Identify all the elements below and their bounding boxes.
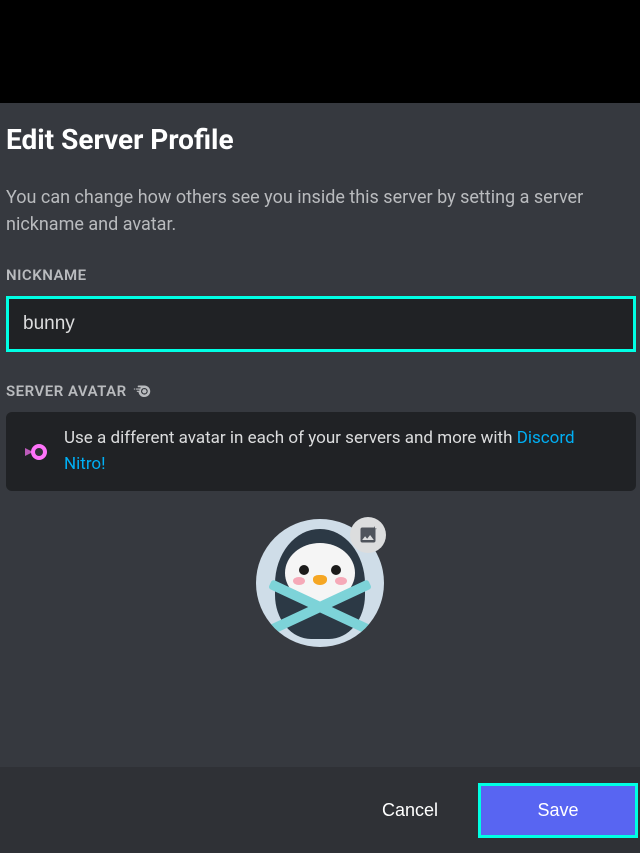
nitro-badge-icon: [133, 382, 151, 400]
nitro-upsell-text: Use a different avatar in each of your s…: [64, 426, 620, 477]
upload-image-icon[interactable]: +: [350, 517, 386, 553]
svg-text:+: +: [372, 525, 377, 535]
nitro-upsell-banner: Use a different avatar in each of your s…: [6, 412, 636, 491]
modal-description: You can change how others see you inside…: [4, 184, 636, 238]
modal-footer: Cancel Save: [0, 767, 640, 853]
cancel-button[interactable]: Cancel: [362, 790, 458, 831]
modal-title: Edit Server Profile: [4, 123, 636, 156]
nickname-label: NICKNAME: [4, 266, 636, 284]
save-button[interactable]: Save: [478, 783, 638, 838]
modal-content: Edit Server Profile You can change how o…: [0, 103, 640, 667]
nickname-input[interactable]: [6, 296, 636, 352]
nitro-boost-icon: [22, 442, 50, 462]
avatar-container: +: [4, 519, 636, 647]
edit-server-profile-modal: Edit Server Profile You can change how o…: [0, 103, 640, 853]
server-avatar-label: SERVER AVATAR: [4, 382, 636, 400]
avatar-upload[interactable]: +: [256, 519, 384, 647]
